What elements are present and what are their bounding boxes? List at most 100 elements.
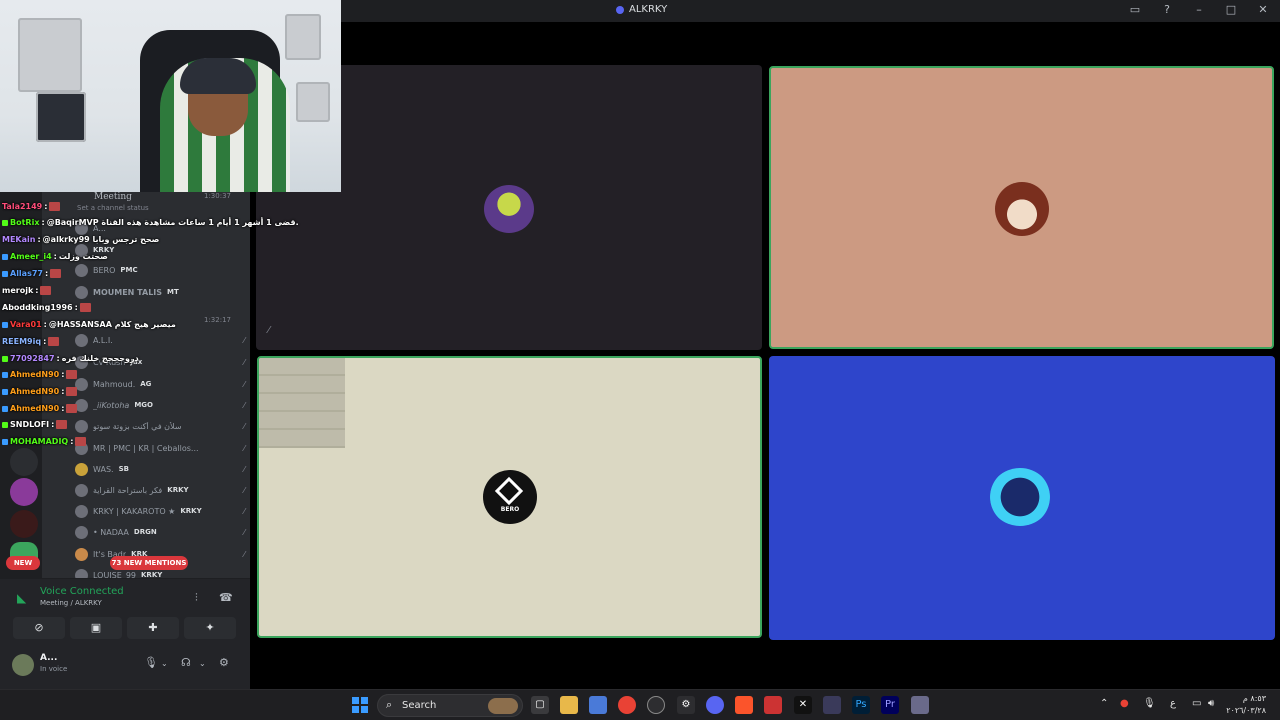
participant-avatar xyxy=(995,182,1049,236)
tray-app-icon[interactable]: ● xyxy=(1120,698,1129,709)
chat-username: Allas77 xyxy=(10,269,43,278)
app-icon[interactable] xyxy=(911,696,929,714)
close-button[interactable]: ✕ xyxy=(1256,3,1270,16)
emote-icon xyxy=(50,269,62,278)
voice-user[interactable]: سلأن في أكنت بزوتة سوتو ⁄ xyxy=(75,416,245,436)
badge-icon xyxy=(2,253,8,260)
streamlabs-icon[interactable] xyxy=(823,696,841,714)
muted-icon: ⁄ xyxy=(243,379,245,389)
voice-user[interactable]: A.L.I. ⁄ xyxy=(75,330,245,350)
maximize-button[interactable]: □ xyxy=(1224,3,1238,16)
voice-user[interactable]: WAS. SB ⁄ xyxy=(75,459,245,479)
voice-user[interactable]: MR | PMC | KR | Ceballos... ⁄ xyxy=(75,438,245,458)
voice-tile-2[interactable] xyxy=(769,66,1274,349)
voice-user[interactable]: فكر باستراحة القراية KRKY ⁄ xyxy=(75,480,245,500)
inbox-icon[interactable]: ▭ xyxy=(1128,3,1142,16)
user-name: A... xyxy=(40,653,58,663)
app-logo-icon xyxy=(616,5,624,14)
tray-overflow-icon[interactable]: ⌃ xyxy=(1100,698,1108,709)
taskbar-search[interactable]: ⌕ Search xyxy=(377,694,523,717)
voice-user[interactable]: Mahmoud. AG ⁄ xyxy=(75,374,245,394)
channel-status[interactable]: Set a channel status xyxy=(77,204,149,212)
voice-user[interactable]: BERO PMC xyxy=(75,260,245,280)
server-icon[interactable] xyxy=(10,510,38,538)
chrome-icon[interactable] xyxy=(618,696,636,714)
camera-off-button[interactable]: ⊘ xyxy=(13,617,65,639)
server-icon[interactable] xyxy=(10,448,38,476)
windows-start-icon[interactable] xyxy=(352,697,368,713)
bero-logo-icon xyxy=(494,476,524,506)
shelf-image xyxy=(296,82,330,122)
new-badge[interactable]: NEW xyxy=(6,556,40,570)
chat-text: دروحجحج خلنك فره xyxy=(61,354,139,363)
clock[interactable]: ٨:٥٣ م ٢٠٢٦/٠٣/٢٨ xyxy=(1226,693,1266,717)
help-icon[interactable]: ? xyxy=(1160,3,1174,16)
badge-icon xyxy=(2,405,8,412)
task-view-icon[interactable]: ▢ xyxy=(531,696,549,714)
disconnect-icon[interactable]: ☎ xyxy=(219,591,233,604)
app-icon[interactable] xyxy=(647,696,665,714)
capcut-icon[interactable]: ✕ xyxy=(794,696,812,714)
screen-share-button[interactable]: ▣ xyxy=(70,617,122,639)
avatar xyxy=(75,263,88,277)
noise-suppression-icon[interactable]: ⫶ xyxy=(195,591,198,605)
activities-button[interactable]: ✚ xyxy=(127,617,179,639)
voice-user[interactable]: MOUMEN TALIS MT xyxy=(75,282,245,302)
settings-gear-icon[interactable]: ⚙ xyxy=(219,656,229,669)
channel-name[interactable]: Meeting xyxy=(94,192,132,202)
user-panel: A... In voice 🎙︎ ⌄ ☊ ⌄ ⚙ xyxy=(0,646,250,689)
soundboard-button[interactable]: ✦ xyxy=(184,617,236,639)
brave-icon[interactable] xyxy=(735,696,753,714)
language-indicator[interactable]: ع xyxy=(1170,698,1176,709)
store-icon[interactable] xyxy=(589,696,607,714)
tray-mic-icon[interactable]: 🎙︎ xyxy=(1143,698,1156,709)
participant-avatar: BERO xyxy=(483,470,537,524)
chat-message: 77092847: دروحجحج خلنك فره xyxy=(2,354,139,363)
voice-user[interactable]: • NADAA DRGN ⁄ xyxy=(75,522,245,542)
file-explorer-icon[interactable] xyxy=(560,696,578,714)
chat-message: Ameer_i4: صحتت وزلت xyxy=(2,252,108,261)
chat-message: MOHAMADIQ: xyxy=(2,437,87,446)
badge-icon xyxy=(2,421,8,428)
premiere-icon[interactable]: Pr xyxy=(881,696,899,714)
voice-tile-3[interactable]: BERO xyxy=(257,356,762,638)
chat-username: Vara01 xyxy=(10,320,42,329)
voice-location[interactable]: Meeting / ALKRKY xyxy=(40,599,102,607)
microphone-icon[interactable]: 🎙︎ xyxy=(144,656,158,669)
badge-icon xyxy=(2,438,8,445)
chevron-down-icon[interactable]: ⌄ xyxy=(199,659,206,668)
discord-icon[interactable] xyxy=(706,696,724,714)
emote-icon xyxy=(66,370,78,379)
chat-text: @alkrky99 صحح ترجس وبابا xyxy=(42,235,160,244)
server-icon[interactable] xyxy=(10,478,38,506)
user-avatar[interactable] xyxy=(12,654,34,676)
stream-time: 1:32:17 xyxy=(204,316,231,324)
network-icon[interactable]: ▭ xyxy=(1192,698,1201,709)
emote-icon xyxy=(40,286,52,295)
minimize-button[interactable]: – xyxy=(1192,3,1206,16)
chat-message: Aboddking1996: xyxy=(2,303,91,312)
muted-icon: ⁄ xyxy=(243,506,245,516)
signal-icon[interactable]: ◣ xyxy=(17,591,26,605)
headphones-icon[interactable]: ☊ xyxy=(181,656,191,669)
steam-icon[interactable]: ⚙ xyxy=(677,696,695,714)
voice-tile-4[interactable] xyxy=(769,356,1275,640)
chat-text: @HASSANSAA ميصير هيج كلام xyxy=(48,320,176,329)
volume-icon[interactable]: 🔊︎ xyxy=(1208,698,1214,709)
badge-icon xyxy=(2,219,8,226)
muted-icon: ⁄ xyxy=(243,335,245,345)
new-mentions-button[interactable]: 73 NEW MENTIONS xyxy=(110,556,188,570)
voice-user[interactable]: _iiKotoha MGO ⁄ xyxy=(75,395,245,415)
chat-username: SNDLOFI xyxy=(10,420,50,429)
chevron-down-icon[interactable]: ⌄ xyxy=(161,659,168,668)
muted-icon: ⁄ xyxy=(243,527,245,537)
app-icon[interactable] xyxy=(764,696,782,714)
headset-image xyxy=(180,58,256,94)
voice-user[interactable]: KRKY | KAKAROTO ★ KRKY ⁄ xyxy=(75,501,245,521)
avatar xyxy=(75,419,88,433)
avatar xyxy=(75,462,88,476)
clock-time: ٨:٥٣ م xyxy=(1242,694,1266,703)
chat-message: AhmedN90: xyxy=(2,404,78,413)
muted-icon: ⁄ xyxy=(243,357,245,367)
photoshop-icon[interactable]: Ps xyxy=(852,696,870,714)
